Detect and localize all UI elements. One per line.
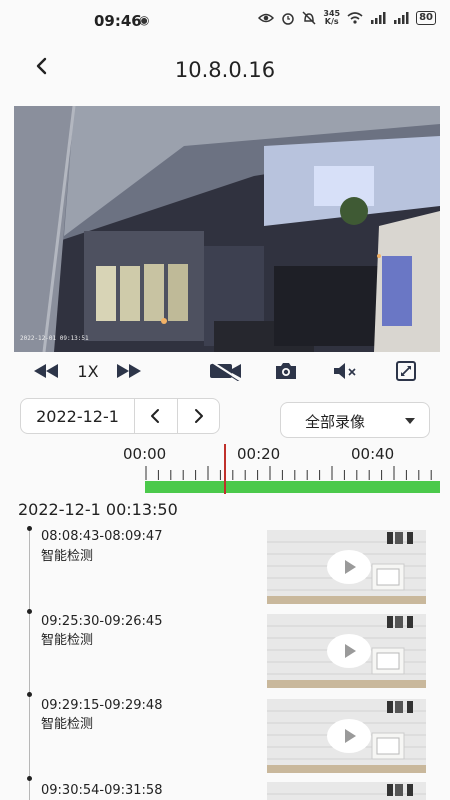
recording-time-range[interactable]: 09:30:54-09:31:58 bbox=[41, 783, 162, 798]
fullscreen-icon bbox=[396, 361, 416, 381]
video-camera-off-icon bbox=[210, 361, 241, 381]
play-icon bbox=[345, 644, 356, 658]
rewind-button[interactable] bbox=[30, 358, 62, 384]
alarm-icon bbox=[282, 13, 295, 25]
chat-icon: ◉ bbox=[139, 13, 150, 27]
recording-type: 智能检测 bbox=[41, 549, 94, 564]
record-button[interactable] bbox=[208, 358, 244, 384]
thumbnail-image bbox=[267, 782, 426, 800]
fast-forward-button[interactable] bbox=[113, 358, 145, 384]
next-day-button[interactable] bbox=[176, 399, 220, 433]
play-icon bbox=[345, 560, 356, 574]
network-speed: 345 K/s bbox=[323, 10, 340, 26]
list-item-dot bbox=[27, 692, 32, 697]
fast-forward-icon bbox=[117, 364, 141, 378]
timeline-label: 00:40 bbox=[351, 445, 395, 463]
recording-type: 智能检测 bbox=[41, 717, 94, 732]
battery-indicator: 80 bbox=[416, 11, 436, 25]
previous-day-button[interactable] bbox=[135, 399, 177, 433]
caret-down-icon bbox=[405, 418, 415, 424]
wifi-icon bbox=[347, 12, 363, 24]
list-item-dot bbox=[27, 609, 32, 614]
play-icon bbox=[345, 729, 356, 743]
date-selector[interactable]: 2022-12-1 bbox=[20, 398, 220, 434]
video-player[interactable]: 2022-12-01 09:13:51 bbox=[14, 106, 440, 352]
recording-time-range[interactable]: 08:08:43-08:09:47 bbox=[41, 529, 162, 544]
list-item-dot bbox=[27, 526, 32, 531]
mute-bell-icon bbox=[302, 11, 316, 25]
recording-filter-label: 全部录像 bbox=[305, 413, 366, 431]
play-button[interactable] bbox=[327, 550, 371, 584]
timeline-ticks bbox=[145, 466, 432, 480]
mute-button[interactable] bbox=[328, 358, 362, 384]
status-time: 09:46 bbox=[94, 12, 142, 30]
volume-mute-icon bbox=[334, 363, 356, 379]
status-indicators: 345 K/s 80 bbox=[258, 10, 436, 26]
camera-frame bbox=[14, 106, 440, 352]
play-button[interactable] bbox=[327, 719, 371, 753]
playback-speed[interactable]: 1X bbox=[70, 358, 106, 384]
recording-time-range[interactable]: 09:29:15-09:29:48 bbox=[41, 698, 162, 713]
recording-thumbnail[interactable] bbox=[267, 699, 426, 773]
list-item-dot bbox=[27, 776, 32, 781]
timeline-cursor[interactable] bbox=[223, 444, 226, 494]
playback-speed-label: 1X bbox=[77, 361, 99, 381]
recording-filter-dropdown[interactable]: 全部录像 bbox=[280, 402, 430, 438]
recording-time-range[interactable]: 09:25:30-09:26:45 bbox=[41, 614, 162, 629]
camera-icon bbox=[276, 363, 296, 379]
list-date-header: 2022-12-1 00:13:50 bbox=[18, 500, 178, 519]
play-button[interactable] bbox=[327, 634, 371, 668]
recording-thumbnail[interactable] bbox=[267, 782, 426, 800]
status-bar: 09:46 ◉ 345 K/s 80 bbox=[0, 0, 450, 42]
fullscreen-button[interactable] bbox=[390, 358, 422, 384]
timeline-recording-bar[interactable] bbox=[145, 481, 440, 493]
timeline-label: 00:20 bbox=[237, 445, 281, 463]
network-speed-unit: K/s bbox=[324, 17, 339, 26]
chevron-right-icon bbox=[195, 409, 204, 423]
recording-thumbnail[interactable] bbox=[267, 614, 426, 688]
page-title: 10.8.0.16 bbox=[174, 58, 276, 82]
signal-icon bbox=[371, 12, 386, 24]
screenshot-button[interactable] bbox=[270, 358, 302, 384]
date-value[interactable]: 2022-12-1 bbox=[21, 399, 135, 433]
rewind-icon bbox=[34, 364, 58, 378]
timeline-label: 00:00 bbox=[123, 445, 167, 463]
video-timestamp: 2022-12-01 09:13:51 bbox=[20, 335, 89, 342]
eye-icon bbox=[258, 13, 275, 23]
chevron-left-icon bbox=[150, 409, 159, 423]
timeline-vertical-line bbox=[29, 526, 30, 800]
signal-icon bbox=[394, 12, 409, 24]
recording-thumbnail[interactable] bbox=[267, 530, 426, 604]
recording-type: 智能检测 bbox=[41, 633, 94, 648]
